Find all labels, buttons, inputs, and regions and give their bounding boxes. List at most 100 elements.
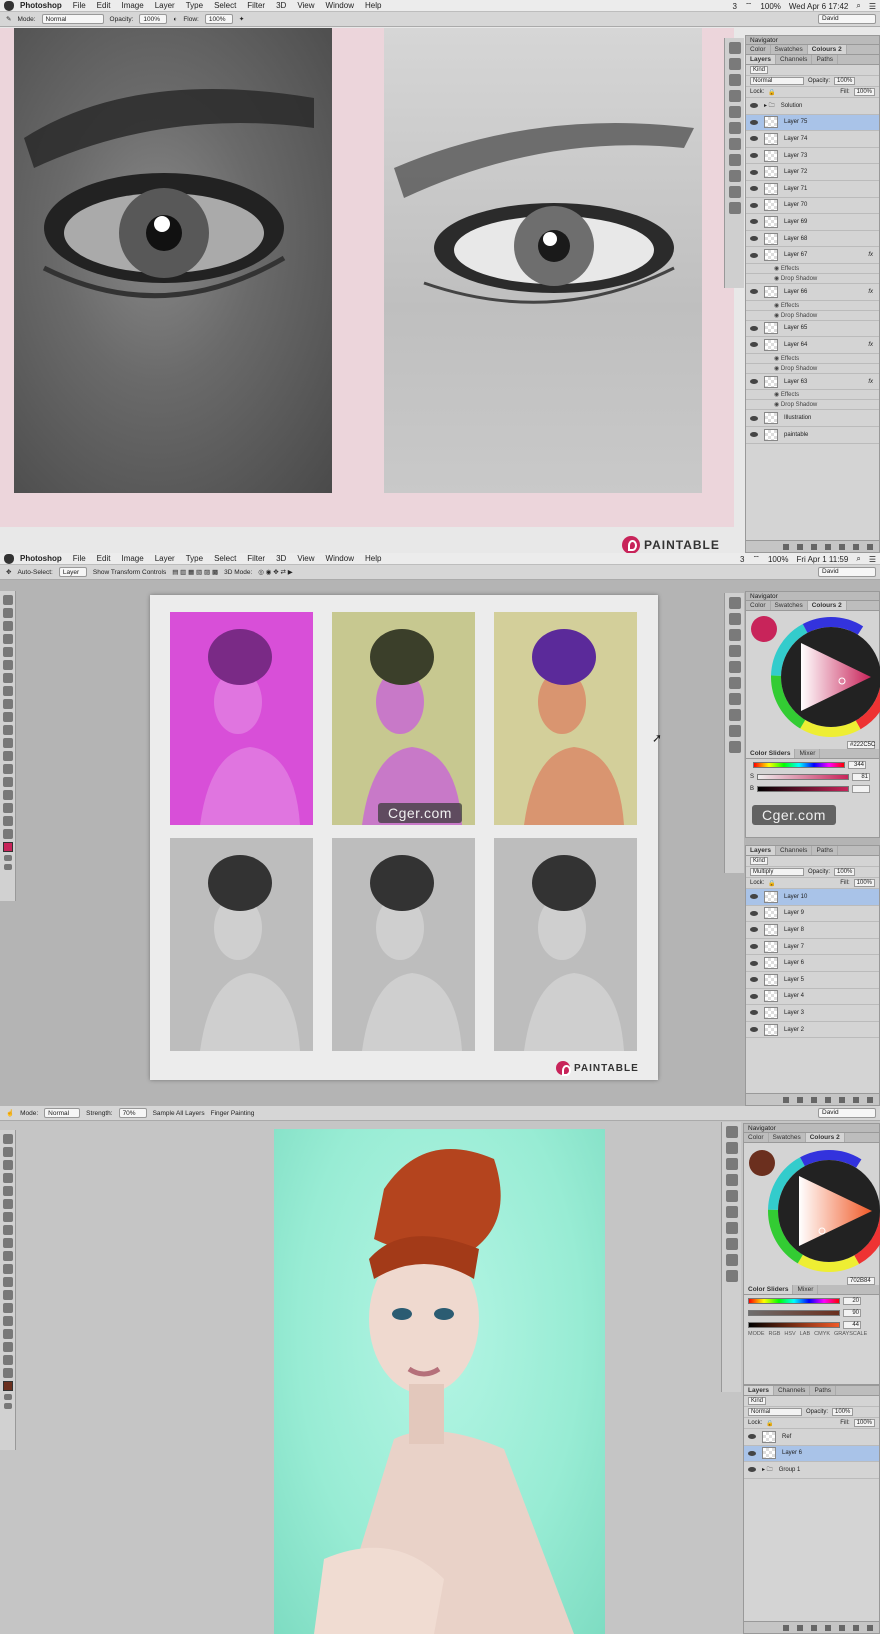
tab-paths[interactable]: Paths: [810, 1386, 837, 1395]
visibility-eye-icon[interactable]: [750, 119, 758, 125]
tab-layers[interactable]: Layers: [746, 846, 776, 855]
menu-select[interactable]: Select: [214, 1, 236, 10]
layer-row[interactable]: Layer 72: [746, 164, 879, 181]
tab-swatches[interactable]: Swatches: [771, 601, 808, 610]
tab-channels[interactable]: Channels: [776, 55, 813, 64]
tab-layers[interactable]: Layers: [744, 1386, 774, 1395]
hue-slider[interactable]: [748, 1298, 840, 1304]
lock-icon[interactable]: 🔒: [768, 880, 775, 887]
tab-colours-2[interactable]: Colours 2: [805, 1133, 845, 1142]
color-mode-cmyk[interactable]: CMYK: [814, 1331, 830, 1337]
tab-swatches[interactable]: Swatches: [769, 1133, 806, 1142]
visibility-eye-icon[interactable]: [750, 894, 758, 900]
hue-slider[interactable]: [753, 762, 845, 768]
saturation-slider[interactable]: [757, 774, 850, 780]
layer-row[interactable]: Layer 7: [746, 939, 879, 956]
navigator-title[interactable]: Navigator: [744, 1124, 879, 1133]
layer-effect-row[interactable]: ◉ Drop Shadow: [746, 400, 879, 411]
paragraph-icon[interactable]: [725, 1222, 738, 1234]
lasso-tool-icon[interactable]: [2, 1160, 13, 1170]
layer-row[interactable]: Layer 3: [746, 1005, 879, 1022]
layer-row[interactable]: Layer 66 fx: [746, 284, 879, 301]
menu-window[interactable]: Window: [326, 1, 354, 10]
move-tool-icon[interactable]: [2, 1134, 13, 1144]
layer-row[interactable]: Layer 67 fx: [746, 247, 879, 264]
adjustment-icon[interactable]: [825, 543, 831, 550]
new-layer-icon[interactable]: [853, 543, 859, 550]
layer-row[interactable]: Layer 74: [746, 131, 879, 148]
visibility-eye-icon[interactable]: [750, 927, 758, 933]
blend-mode-select[interactable]: Normal: [750, 77, 804, 85]
gradient-icon[interactable]: [2, 1264, 13, 1274]
layer-row[interactable]: Layer 8: [746, 922, 879, 939]
clone-source-icon[interactable]: [725, 1254, 738, 1266]
eraser-icon[interactable]: [2, 1251, 13, 1261]
menu-3d[interactable]: 3D: [276, 1, 286, 10]
paragraph-icon[interactable]: [728, 693, 741, 705]
fx-icon[interactable]: [797, 543, 803, 550]
trash-icon[interactable]: [867, 1624, 873, 1631]
quick-mask-icon[interactable]: [3, 1394, 12, 1400]
visibility-eye-icon[interactable]: [750, 1010, 758, 1016]
brush-presets-icon[interactable]: [728, 106, 741, 118]
brightness-slider[interactable]: [757, 786, 850, 792]
brightness-value[interactable]: 44: [843, 1321, 861, 1329]
apple-icon[interactable]: [4, 0, 14, 11]
tool-presets-icon[interactable]: [728, 741, 741, 753]
history-icon[interactable]: [728, 597, 741, 609]
visibility-eye-icon[interactable]: [750, 219, 758, 225]
adjustments-icon[interactable]: [728, 74, 741, 86]
history-icon[interactable]: [728, 42, 741, 54]
actions-icon[interactable]: [728, 58, 741, 70]
sample-all-checkbox[interactable]: Sample All Layers: [153, 1110, 205, 1117]
mode-select[interactable]: Normal: [41, 14, 104, 24]
history-icon[interactable]: [725, 1126, 738, 1138]
info-icon[interactable]: [725, 1174, 738, 1186]
styles-icon[interactable]: [725, 1238, 738, 1250]
blend-mode-select[interactable]: Multiply: [750, 868, 804, 876]
menu-photoshop[interactable]: Photoshop: [20, 1, 62, 10]
smudge-icon[interactable]: [2, 1277, 13, 1287]
brushes-icon[interactable]: [728, 122, 741, 134]
saturation-value[interactable]: 90: [843, 1309, 861, 1317]
visibility-eye-icon[interactable]: [750, 910, 758, 916]
tab-color[interactable]: Color: [746, 45, 771, 54]
layer-effect-row[interactable]: ◉ Drop Shadow: [746, 274, 879, 284]
tab-mixer[interactable]: Mixer: [795, 749, 821, 758]
tab-channels[interactable]: Channels: [774, 1386, 811, 1395]
layer-row[interactable]: ▸ 🗀 Solution: [746, 98, 879, 115]
layer-row[interactable]: Layer 9: [746, 906, 879, 923]
tab-channels[interactable]: Channels: [776, 846, 813, 855]
fill-field[interactable]: 100%: [853, 1419, 875, 1427]
new-layer-icon[interactable]: [853, 1096, 859, 1103]
menu-file[interactable]: File: [73, 1, 86, 10]
visibility-eye-icon[interactable]: [750, 153, 758, 159]
paragraph-icon[interactable]: [728, 154, 741, 166]
list-icon[interactable]: ☰: [869, 2, 876, 11]
layer-row[interactable]: Layer 4: [746, 989, 879, 1006]
brush-tool-icon[interactable]: ✎: [6, 15, 11, 23]
flow-field[interactable]: 100%: [204, 14, 233, 24]
adjustments-icon[interactable]: [728, 645, 741, 657]
visibility-eye-icon[interactable]: [750, 289, 758, 295]
adjustment-icon[interactable]: [825, 1096, 831, 1103]
opacity-field[interactable]: 100%: [834, 868, 856, 876]
search-icon[interactable]: ⌕: [856, 1, 860, 11]
character-icon[interactable]: [725, 1206, 738, 1218]
visibility-eye-icon[interactable]: [750, 136, 758, 142]
screen-mode-icon[interactable]: [3, 1403, 12, 1409]
brush-icon[interactable]: [2, 1225, 13, 1235]
color-mode-lab[interactable]: LAB: [800, 1331, 810, 1337]
layer-row[interactable]: Illustration: [746, 410, 879, 427]
finger-painting-checkbox[interactable]: Finger Painting: [211, 1110, 255, 1117]
layer-row[interactable]: Layer 6: [744, 1445, 879, 1463]
shape-icon[interactable]: [2, 1342, 13, 1352]
character-icon[interactable]: [728, 138, 741, 150]
visibility-eye-icon[interactable]: [750, 202, 758, 208]
tab-color[interactable]: Color: [744, 1133, 769, 1142]
trash-icon[interactable]: [867, 1096, 873, 1103]
visibility-eye-icon[interactable]: [750, 960, 758, 966]
fx-badge[interactable]: fx: [868, 289, 873, 295]
tab-color[interactable]: Color: [746, 601, 771, 610]
menu-help[interactable]: Help: [365, 1, 381, 10]
